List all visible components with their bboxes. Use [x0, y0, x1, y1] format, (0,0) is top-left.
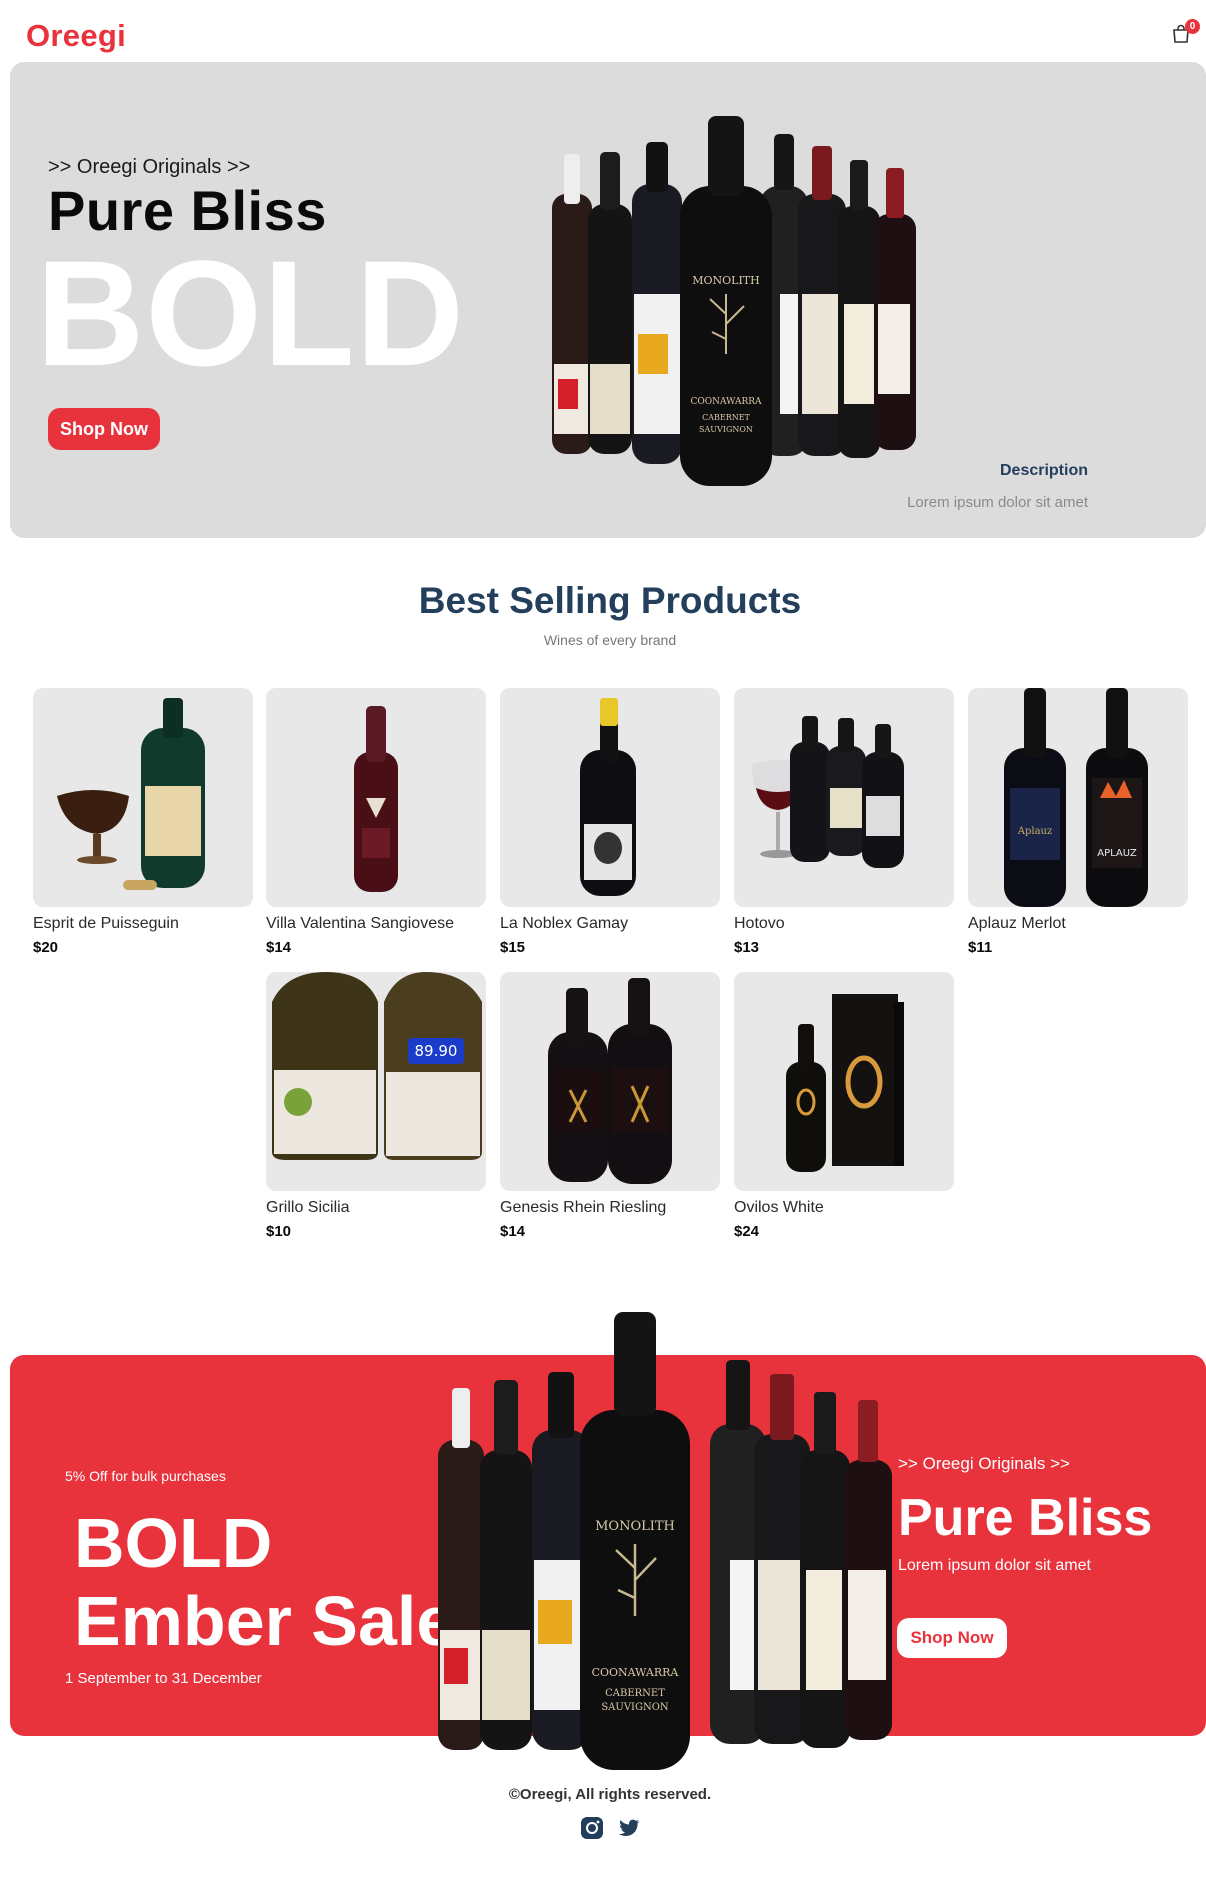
product-price: $10: [266, 1223, 292, 1240]
product-image[interactable]: [500, 688, 720, 907]
best-selling-title: Best Selling Products: [418, 580, 802, 621]
product-name[interactable]: Grillo Sicilia: [266, 1199, 486, 1217]
svg-text:89.90: 89.90: [415, 1042, 458, 1060]
hero-description-title: Description: [999, 462, 1088, 479]
svg-text:CABERNET: CABERNET: [605, 1688, 665, 1699]
product-price: $13: [734, 939, 760, 956]
site-header: Oreegi 0: [0, 0, 1206, 62]
product-price: $14: [266, 939, 292, 956]
product-card[interactable]: 89.90 Grillo Sicilia $10: [266, 972, 486, 1240]
hero-wine-bottles-image: MONOLITH COONAWARRA CABERNET SAUVIGNON: [552, 116, 916, 486]
promo-headline-bold: BOLD: [74, 1504, 273, 1582]
promo-offer-text: 5% Off for bulk purchases: [65, 1468, 226, 1484]
product-name[interactable]: Ovilos White: [734, 1199, 954, 1217]
svg-text:APLAUZ: APLAUZ: [1097, 848, 1137, 859]
svg-text:COONAWARRA: COONAWARRA: [690, 397, 762, 407]
product-image[interactable]: [500, 972, 720, 1191]
best-selling-subtitle: Wines of every brand: [543, 632, 677, 648]
hero-shop-now-button[interactable]: Shop Now: [48, 408, 160, 450]
hero-banner: >> Oreegi Originals >> Pure Bliss BOLD S…: [10, 62, 1206, 538]
product-name[interactable]: La Noblex Gamay: [500, 915, 720, 933]
product-image[interactable]: Aplauz APLAUZ: [968, 688, 1188, 907]
svg-text:MONOLITH: MONOLITH: [595, 1519, 675, 1534]
product-card[interactable]: Aplauz APLAUZ Aplauz Merlot $11: [968, 688, 1188, 956]
product-name[interactable]: Villa Valentina Sangiovese: [266, 915, 486, 933]
product-name[interactable]: Genesis Rhein Riesling: [500, 1199, 720, 1217]
product-price: $14: [500, 1223, 526, 1240]
svg-text:Aplauz: Aplauz: [1017, 826, 1053, 837]
svg-text:CABERNET: CABERNET: [702, 413, 750, 422]
promo-eyebrow: >> Oreegi Originals >>: [898, 1454, 1070, 1473]
product-image[interactable]: [734, 688, 954, 907]
promo-shop-now-button[interactable]: Shop Now: [897, 1618, 1007, 1658]
product-price: $15: [500, 939, 526, 956]
promo-headline-sale: Ember Sale: [74, 1586, 440, 1656]
product-name[interactable]: Hotovo: [734, 915, 954, 933]
hero-eyebrow: >> Oreegi Originals >>: [48, 156, 251, 178]
promo-text: Lorem ipsum dolor sit amet: [898, 1557, 1091, 1574]
product-name[interactable]: Aplauz Merlot: [968, 915, 1188, 933]
product-price: $24: [734, 1223, 760, 1240]
product-card[interactable]: Genesis Rhein Riesling $14: [500, 972, 720, 1240]
svg-text:COONAWARRA: COONAWARRA: [592, 1666, 680, 1679]
product-card[interactable]: Hotovo $13: [734, 688, 954, 956]
brand-logo[interactable]: Oreegi: [26, 18, 126, 54]
product-image[interactable]: [266, 688, 486, 907]
product-card[interactable]: Ovilos White $24: [734, 972, 954, 1240]
footer-copyright: ©Oreegi, All rights reserved.: [508, 1786, 712, 1803]
hero-description-text: Lorem ipsum dolor sit amet: [907, 494, 1088, 511]
product-price: $20: [33, 939, 59, 956]
product-image[interactable]: 89.90: [266, 972, 486, 1191]
svg-text:MONOLITH: MONOLITH: [692, 274, 760, 287]
product-name[interactable]: Esprit de Puisseguin: [33, 915, 253, 933]
hero-big-word: BOLD: [36, 229, 465, 397]
product-image[interactable]: [33, 688, 253, 907]
promo-wine-bottles-image: MONOLITH COONAWARRA CABERNET SAUVIGNON: [438, 1312, 892, 1770]
product-price: $11: [968, 939, 993, 956]
product-card[interactable]: Esprit de Puisseguin $20: [33, 688, 253, 956]
cart-count-badge: 0: [1185, 19, 1200, 34]
product-card[interactable]: Villa Valentina Sangiovese $14: [266, 688, 486, 956]
twitter-icon[interactable]: [617, 1816, 641, 1840]
svg-text:SAUVIGNON: SAUVIGNON: [601, 1702, 669, 1713]
product-image[interactable]: [734, 972, 954, 1191]
svg-text:SAUVIGNON: SAUVIGNON: [699, 425, 753, 434]
promo-title: Pure Bliss: [898, 1489, 1153, 1547]
instagram-icon[interactable]: [580, 1816, 604, 1840]
promo-dates: 1 September to 31 December: [65, 1670, 262, 1687]
product-card[interactable]: La Noblex Gamay $15: [500, 688, 720, 956]
